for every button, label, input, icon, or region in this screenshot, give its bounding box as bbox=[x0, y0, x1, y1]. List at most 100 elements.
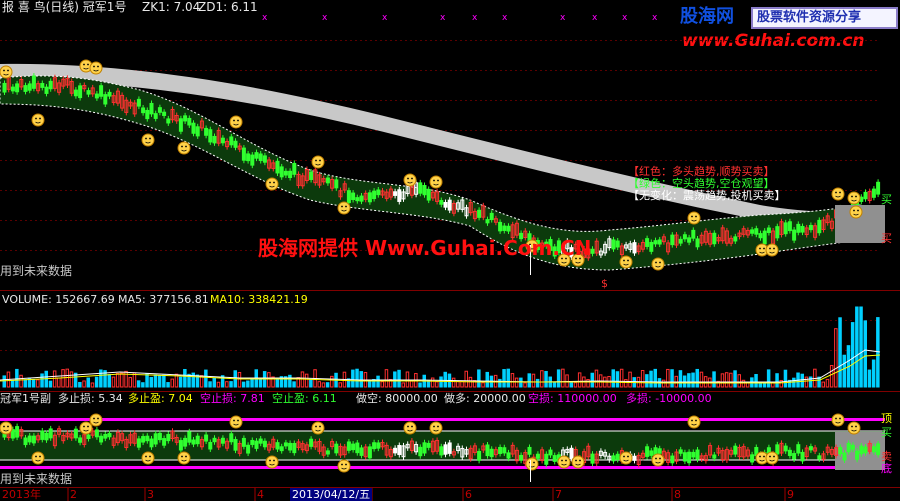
candle bbox=[871, 186, 876, 201]
volume-bar bbox=[380, 381, 384, 388]
volume-bar bbox=[594, 369, 599, 388]
candle bbox=[863, 189, 868, 202]
volume-bar bbox=[691, 372, 695, 388]
volume-bar bbox=[31, 379, 36, 388]
candle bbox=[703, 228, 708, 246]
volume-bar bbox=[737, 374, 741, 388]
volume-bar bbox=[149, 376, 153, 388]
volume-bar bbox=[485, 371, 489, 388]
volume-bar bbox=[57, 377, 61, 388]
svg-text:x: x bbox=[322, 13, 328, 23]
volume-bar bbox=[409, 380, 414, 388]
do-short-value: 做空: 80000.00 bbox=[356, 392, 438, 405]
candle bbox=[296, 171, 301, 189]
sub-candle bbox=[401, 442, 406, 460]
smiley-icon bbox=[525, 457, 539, 471]
candle bbox=[817, 217, 822, 236]
volume-bar bbox=[351, 369, 355, 388]
smiley-icon bbox=[0, 65, 13, 79]
candle bbox=[31, 73, 36, 92]
smiley-icon bbox=[765, 451, 779, 465]
volume-bar bbox=[628, 371, 632, 388]
svg-text:x: x bbox=[382, 13, 388, 23]
volume-bar bbox=[527, 373, 531, 388]
smiley-icon bbox=[177, 451, 191, 465]
volume-bar bbox=[183, 368, 187, 388]
volume-bar bbox=[136, 380, 141, 388]
volume-bar bbox=[699, 371, 704, 388]
volume-bars bbox=[2, 306, 880, 388]
volume-bar bbox=[10, 380, 15, 388]
volume-bar bbox=[687, 373, 691, 388]
candle bbox=[813, 222, 818, 241]
svg-text:x: x bbox=[622, 13, 628, 23]
volume-bar bbox=[141, 382, 145, 388]
volume-bar bbox=[52, 370, 57, 388]
svg-text:x: x bbox=[502, 13, 508, 23]
volume-bar bbox=[115, 373, 120, 388]
smiley-icon bbox=[403, 421, 417, 435]
volume-bar bbox=[166, 382, 170, 388]
volume-bar bbox=[502, 369, 506, 388]
volume-bar bbox=[304, 373, 309, 388]
volume-bar bbox=[178, 376, 183, 388]
volume-bar bbox=[393, 371, 397, 388]
volume-bar bbox=[624, 379, 628, 388]
volume-bar bbox=[514, 377, 519, 388]
smiley-icon bbox=[229, 115, 243, 129]
smiley-icon bbox=[89, 61, 103, 75]
volume-bar bbox=[825, 378, 830, 388]
volume-bar bbox=[859, 306, 863, 388]
candle bbox=[720, 224, 725, 244]
candle bbox=[481, 202, 486, 221]
volume-bar bbox=[741, 379, 746, 388]
smiley-icon bbox=[177, 141, 191, 155]
short-loss-value: 空损: 110000.00 bbox=[528, 392, 617, 405]
volume-bar bbox=[498, 378, 502, 388]
volume-bar bbox=[792, 377, 796, 388]
smiley-icon bbox=[89, 413, 103, 427]
volume-bar bbox=[23, 379, 27, 388]
candle bbox=[779, 218, 784, 238]
volume-bar bbox=[237, 371, 242, 388]
volume-bar bbox=[561, 368, 565, 388]
volume-bar bbox=[670, 369, 674, 388]
volume-bar bbox=[40, 373, 44, 388]
smiley-icon bbox=[265, 455, 279, 469]
volume-bar bbox=[649, 370, 653, 388]
volume-bar bbox=[367, 380, 372, 388]
svg-text:x: x bbox=[560, 13, 566, 23]
volume-bar bbox=[258, 377, 263, 388]
volume-bar bbox=[241, 381, 246, 388]
volume-bar bbox=[338, 382, 342, 388]
smiley-icon bbox=[619, 255, 633, 269]
smiley-icon bbox=[687, 415, 701, 429]
axis-month-9: 9 bbox=[787, 488, 794, 501]
smiley-icon bbox=[337, 459, 351, 473]
volume-bar bbox=[544, 370, 548, 388]
volume-bar bbox=[15, 368, 19, 388]
candle bbox=[313, 166, 318, 186]
volume-bar bbox=[821, 381, 825, 388]
svg-text:x: x bbox=[652, 13, 658, 23]
smiley-icon bbox=[429, 421, 443, 435]
svg-text:x: x bbox=[440, 13, 446, 23]
smiley-icon bbox=[651, 453, 665, 467]
volume-bar bbox=[712, 371, 716, 388]
smiley-icon bbox=[229, 415, 243, 429]
smiley-icon bbox=[403, 173, 417, 187]
volume-bar bbox=[292, 381, 296, 388]
axis-month-4: 4 bbox=[257, 488, 264, 501]
candle bbox=[216, 127, 221, 147]
volume-bar bbox=[78, 381, 82, 388]
volume-bar bbox=[477, 369, 481, 388]
volume-bar bbox=[153, 374, 158, 388]
volume-bar bbox=[745, 382, 750, 388]
smiley-icon bbox=[571, 455, 585, 469]
volume-bar bbox=[640, 369, 645, 388]
candle bbox=[783, 219, 788, 237]
volume-bar bbox=[850, 322, 855, 388]
volume-bar bbox=[653, 368, 657, 388]
axis-month-2: 2 bbox=[70, 488, 77, 501]
volume-bar bbox=[82, 380, 86, 388]
